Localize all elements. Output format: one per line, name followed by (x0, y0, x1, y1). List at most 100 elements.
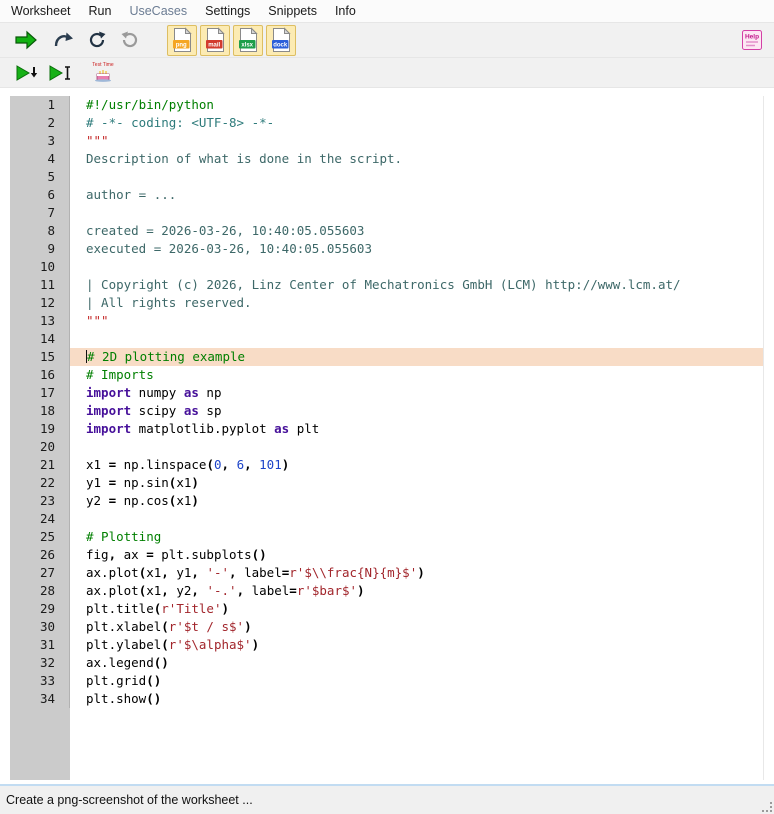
line-number: 26 (10, 546, 70, 564)
undo-button[interactable] (116, 26, 144, 54)
code-text[interactable]: x1 = np.linspace(0, 6, 101) (70, 456, 763, 474)
code-text[interactable] (70, 204, 763, 222)
line-number: 30 (10, 618, 70, 636)
code-line: 33 plt.grid() (10, 672, 763, 690)
code-line: 8 created = 2026-03-26, 10:40:05.055603 (10, 222, 763, 240)
code-text[interactable] (70, 168, 763, 186)
line-number: 22 (10, 474, 70, 492)
code-text[interactable]: | Copyright (c) 2026, Linz Center of Mec… (70, 276, 763, 294)
resize-grip[interactable] (761, 801, 773, 813)
code-text[interactable]: # 2D plotting example (70, 348, 763, 366)
line-number: 9 (10, 240, 70, 258)
main-toolbar: png mail xlsx dock Help (0, 22, 774, 57)
code-line: 19 import matplotlib.pyplot as plt (10, 420, 763, 438)
export-png-button[interactable]: png (167, 24, 197, 56)
code-text[interactable]: plt.ylabel(r'$\alpha$') (70, 636, 763, 654)
line-number: 10 (10, 258, 70, 276)
menu-item-worksheet[interactable]: Worksheet (2, 1, 80, 21)
line-number: 25 (10, 528, 70, 546)
code-text[interactable]: y1 = np.sin(x1) (70, 474, 763, 492)
code-text[interactable]: executed = 2026-03-26, 10:40:05.055603 (70, 240, 763, 258)
line-number: 6 (10, 186, 70, 204)
code-text[interactable] (70, 258, 763, 276)
code-text[interactable]: author = ... (70, 186, 763, 204)
code-text[interactable]: fig, ax = plt.subplots() (70, 546, 763, 564)
code-text[interactable] (70, 510, 763, 528)
code-text[interactable]: created = 2026-03-26, 10:40:05.055603 (70, 222, 763, 240)
run-worksheet-button[interactable] (12, 26, 40, 54)
run-reload-button[interactable] (50, 26, 78, 54)
code-line: 28 ax.plot(x1, y2, '-.', label=r'$bar$') (10, 582, 763, 600)
test-time-button[interactable]: Test Time (88, 59, 118, 87)
svg-text:mail: mail (208, 43, 220, 49)
export-group: png mail xlsx dock (167, 24, 299, 56)
line-number: 11 (10, 276, 70, 294)
status-bar: Create a png-screenshot of the worksheet… (0, 786, 774, 814)
line-number: 8 (10, 222, 70, 240)
line-number: 15 (10, 348, 70, 366)
app-window: Worksheet Run UseCases Settings Snippets Info (0, 0, 774, 814)
line-number: 33 (10, 672, 70, 690)
code-line: 24 (10, 510, 763, 528)
mail-file-icon: mail (205, 27, 225, 52)
code-text[interactable]: plt.show() (70, 690, 763, 708)
code-line: 4 Description of what is done in the scri… (10, 150, 763, 168)
code-text[interactable]: Description of what is done in the scrip… (70, 150, 763, 168)
code-text[interactable]: import scipy as sp (70, 402, 763, 420)
refresh-button[interactable] (83, 26, 111, 54)
menu-item-settings[interactable]: Settings (196, 1, 259, 21)
code-line: 21 x1 = np.linspace(0, 6, 101) (10, 456, 763, 474)
line-number: 19 (10, 420, 70, 438)
line-number: 18 (10, 402, 70, 420)
code-text[interactable]: plt.title(r'Title') (70, 600, 763, 618)
png-file-icon: png (172, 27, 192, 52)
editor-workspace: 1 #!/usr/bin/python 2 # -*- coding: <UTF-8>… (0, 88, 774, 780)
code-text[interactable] (70, 438, 763, 456)
code-text[interactable]: import numpy as np (70, 384, 763, 402)
menu-item-snippets[interactable]: Snippets (259, 1, 326, 21)
menu-bar: Worksheet Run UseCases Settings Snippets Info (0, 0, 774, 22)
status-text: Create a png-screenshot of the worksheet… (6, 793, 253, 807)
code-text[interactable]: ax.plot(x1, y2, '-.', label=r'$bar$') (70, 582, 763, 600)
code-line: 5 (10, 168, 763, 186)
help-button[interactable]: Help (738, 26, 766, 54)
code-text[interactable]: plt.xlabel(r'$t / s$') (70, 618, 763, 636)
menu-item-run[interactable]: Run (80, 1, 121, 21)
export-dock-button[interactable]: dock (266, 24, 296, 56)
menu-item-info[interactable]: Info (326, 1, 365, 21)
menu-item-usecases[interactable]: UseCases (120, 1, 196, 21)
code-text[interactable]: y2 = np.cos(x1) (70, 492, 763, 510)
code-text[interactable]: # Imports (70, 366, 763, 384)
svg-text:xlsx: xlsx (241, 43, 253, 49)
code-text[interactable]: ax.legend() (70, 654, 763, 672)
run-selection-button[interactable] (12, 59, 40, 87)
code-text[interactable]: # Plotting (70, 528, 763, 546)
code-line: 17 import numpy as np (10, 384, 763, 402)
code-text[interactable]: ax.plot(x1, y1, '-', label=r'$\\frac{N}{… (70, 564, 763, 582)
code-line: 26 fig, ax = plt.subplots() (10, 546, 763, 564)
line-number: 28 (10, 582, 70, 600)
help-icon: Help (742, 30, 762, 50)
code-line: 29 plt.title(r'Title') (10, 600, 763, 618)
line-number: 3 (10, 132, 70, 150)
code-text[interactable]: # -*- coding: <UTF-8> -*- (70, 114, 763, 132)
export-xlsx-button[interactable]: xlsx (233, 24, 263, 56)
code-line: 3 """ (10, 132, 763, 150)
run-to-line-button[interactable] (45, 59, 73, 87)
code-text[interactable]: import matplotlib.pyplot as plt (70, 420, 763, 438)
code-text[interactable]: """ (70, 312, 763, 330)
code-text[interactable]: | All rights reserved. (70, 294, 763, 312)
code-text[interactable]: plt.grid() (70, 672, 763, 690)
code-editor[interactable]: 1 #!/usr/bin/python 2 # -*- coding: <UTF-8>… (10, 96, 764, 780)
code-line: 9 executed = 2026-03-26, 10:40:05.055603 (10, 240, 763, 258)
code-text[interactable]: #!/usr/bin/python (70, 96, 763, 114)
dock-file-icon: dock (271, 27, 291, 52)
export-mail-button[interactable]: mail (200, 24, 230, 56)
line-number: 20 (10, 438, 70, 456)
line-number: 14 (10, 330, 70, 348)
code-text[interactable] (70, 330, 763, 348)
code-text[interactable]: """ (70, 132, 763, 150)
code-line: 18 import scipy as sp (10, 402, 763, 420)
code-lines: 1 #!/usr/bin/python 2 # -*- coding: <UTF-8>… (10, 96, 763, 708)
code-line: 23 y2 = np.cos(x1) (10, 492, 763, 510)
